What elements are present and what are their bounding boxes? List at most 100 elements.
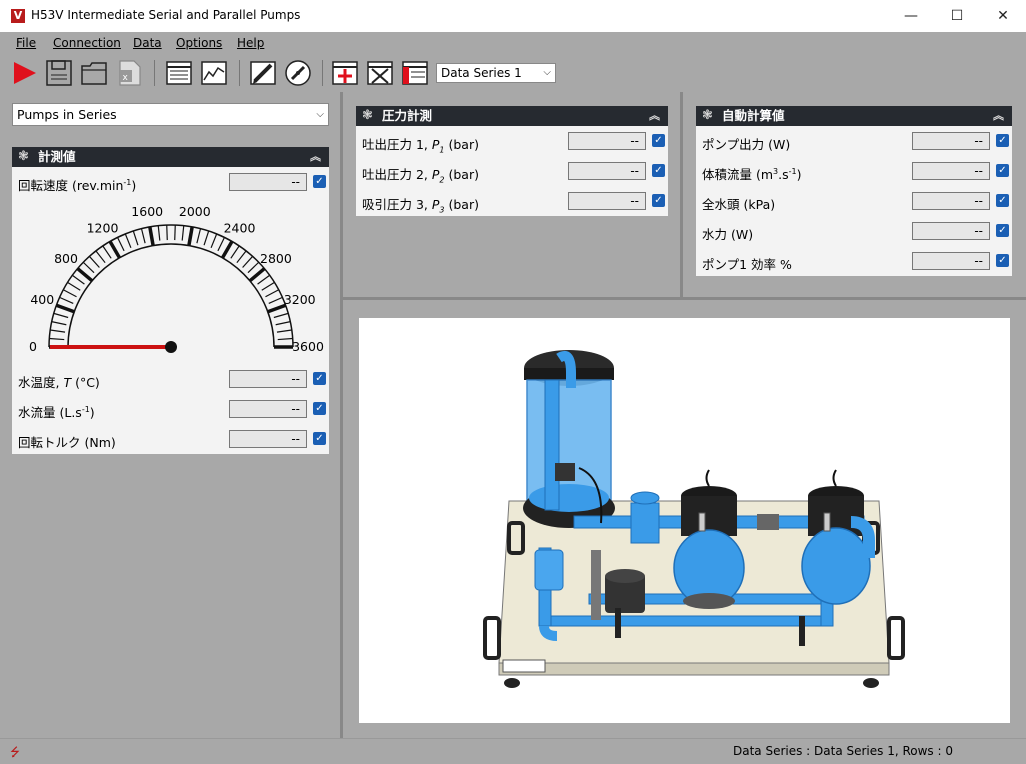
valve-center-top (605, 569, 645, 583)
maximize-button[interactable]: ☐ (934, 0, 980, 32)
window-title: H53V Intermediate Serial and Parallel Pu… (31, 8, 301, 22)
pressure-2-checkbox[interactable]: ✓ (652, 164, 665, 177)
gauge-major-tick (148, 226, 155, 246)
minimize-button[interactable]: — (888, 0, 934, 32)
run-icon[interactable] (10, 58, 40, 88)
speed-label: 回転速度 (rev.min-1) (18, 177, 137, 193)
table-view-icon[interactable] (164, 58, 194, 88)
gauge-minor-tick (95, 250, 106, 264)
pump-efficiency-row: ポンプ1 効率 % -- ✓ (696, 252, 1012, 272)
gauge-minor-tick (71, 274, 85, 285)
collapse-icon[interactable]: ︽ (649, 106, 660, 126)
collapse-icon[interactable]: ︽ (993, 106, 1004, 126)
pane-divider[interactable] (680, 92, 683, 298)
menu-connection[interactable]: Connection (53, 36, 121, 50)
speed-checkbox[interactable]: ✓ (313, 175, 326, 188)
data-series-select[interactable]: Data Series 1 ⌵ (436, 63, 556, 83)
gauge-minor-tick (88, 255, 100, 268)
total-head-row: 全水頭 (kPa) -- ✓ (696, 192, 1012, 212)
open-folder-icon[interactable] (79, 58, 109, 88)
pump-power-row: ポンプ出力 (W) -- ✓ (696, 132, 1012, 152)
save-icon[interactable] (44, 58, 74, 88)
pressure-3-value: -- (568, 192, 646, 210)
hydraulic-power-checkbox[interactable]: ✓ (996, 224, 1009, 237)
volume-flow-checkbox[interactable]: ✓ (996, 164, 1009, 177)
graph-view-icon[interactable] (199, 58, 229, 88)
pane-divider[interactable] (343, 297, 1026, 300)
menu-file[interactable]: File (16, 36, 36, 50)
water-temp-value: -- (229, 370, 307, 388)
flow-rate-row: 水流量 (L.s-1) -- ✓ (12, 400, 329, 420)
panel-title: 計測値 (38, 149, 76, 164)
apparatus-diagram (359, 318, 1010, 723)
torque-label: 回転トルク (Nm) (18, 435, 116, 450)
gauge-arc (67, 243, 275, 348)
pump-power-value: -- (912, 132, 990, 150)
app-logo-icon: V (11, 9, 25, 23)
torque-checkbox[interactable]: ✓ (313, 432, 326, 445)
pencil-icon[interactable] (248, 58, 278, 88)
gauge-tick-label: 2400 (224, 220, 256, 235)
gauge-minor-tick (132, 230, 139, 246)
tank-body (526, 379, 612, 501)
gauge-minor-tick (140, 228, 146, 244)
speed-row: 回転速度 (rev.min-1) -- ✓ (12, 173, 329, 193)
gauge-minor-tick (236, 250, 247, 264)
torque-value: -- (229, 430, 307, 448)
menu-help[interactable]: Help (237, 36, 264, 50)
gauge-minor-tick (217, 237, 226, 252)
pressure-1-value: -- (568, 132, 646, 150)
volume-flow-label: 体積流量 (m3.s-1) (702, 166, 802, 182)
pressure-row-2: 吐出圧力 2, P2 (bar) -- ✓ (356, 162, 668, 185)
pressure-sensor (823, 512, 831, 532)
pressure-row-1: 吐出圧力 1, P1 (bar) -- ✓ (356, 132, 668, 155)
hydraulic-power-value: -- (912, 222, 990, 240)
gauge-minor-tick (247, 261, 260, 274)
label-plate (502, 659, 546, 673)
svg-text:x: x (123, 73, 129, 83)
menu-options[interactable]: Options (176, 36, 222, 50)
gauge-major-tick (108, 240, 122, 259)
menu-data[interactable]: Data (133, 36, 162, 50)
pump-rig-illustration (483, 350, 905, 688)
gauge-tick-label: 1200 (87, 220, 119, 235)
total-head-label: 全水頭 (kPa) (702, 197, 776, 212)
gauge-tick-label: 2000 (179, 204, 211, 219)
configuration-select[interactable]: Pumps in Series ⌵ (12, 103, 329, 126)
pressure-row-3: 吸引圧力 3, P3 (bar) -- ✓ (356, 192, 668, 215)
close-button[interactable]: ✕ (980, 0, 1026, 32)
pressure-sensor (698, 512, 706, 532)
gauge-minor-tick (265, 289, 280, 298)
gauge-tick-label: 3600 (292, 339, 324, 354)
gauge-minor-tick (275, 321, 291, 326)
left-handle (483, 616, 501, 660)
collapse-icon[interactable]: ︽ (310, 147, 321, 167)
pump-efficiency-checkbox[interactable]: ✓ (996, 254, 1009, 267)
flow-rate-label: 水流量 (L.s-1) (18, 404, 95, 420)
foot (863, 678, 879, 688)
gauge-minor-tick (59, 296, 74, 305)
gauge-minor-tick (277, 337, 293, 341)
pressure-3-label: 吸引圧力 3, P3 (bar) (362, 197, 479, 215)
export-excel-icon[interactable]: x (114, 58, 144, 88)
new-series-icon[interactable] (400, 58, 430, 88)
pump-power-checkbox[interactable]: ✓ (996, 134, 1009, 147)
pressure-1-checkbox[interactable]: ✓ (652, 134, 665, 147)
flow-rate-checkbox[interactable]: ✓ (313, 402, 326, 415)
pressure-panel: ❃ 圧力計測 ︽ 吐出圧力 1, P1 (bar) -- ✓ 吐出圧力 2, P… (356, 106, 668, 216)
water-temp-checkbox[interactable]: ✓ (313, 372, 326, 385)
total-head-checkbox[interactable]: ✓ (996, 194, 1009, 207)
status-bar: ⭍ Data Series : Data Series 1, Rows : 0 (0, 738, 1026, 762)
pressure-3-checkbox[interactable]: ✓ (652, 194, 665, 207)
panel-header: ❃ 自動計算値 ︽ (696, 106, 1012, 126)
delete-table-icon[interactable] (365, 58, 395, 88)
total-head-value: -- (912, 192, 990, 210)
gauge-minor-tick (53, 312, 69, 319)
pane-divider[interactable] (340, 92, 343, 738)
menu-bar: File Connection Data Options Help (0, 32, 1026, 54)
torque-row: 回転トルク (Nm) -- ✓ (12, 430, 329, 450)
calibrate-icon[interactable] (283, 58, 313, 88)
gauge-minor-tick (51, 321, 67, 326)
gauge-tick-label: 3200 (284, 292, 316, 307)
add-row-icon[interactable] (330, 58, 360, 88)
